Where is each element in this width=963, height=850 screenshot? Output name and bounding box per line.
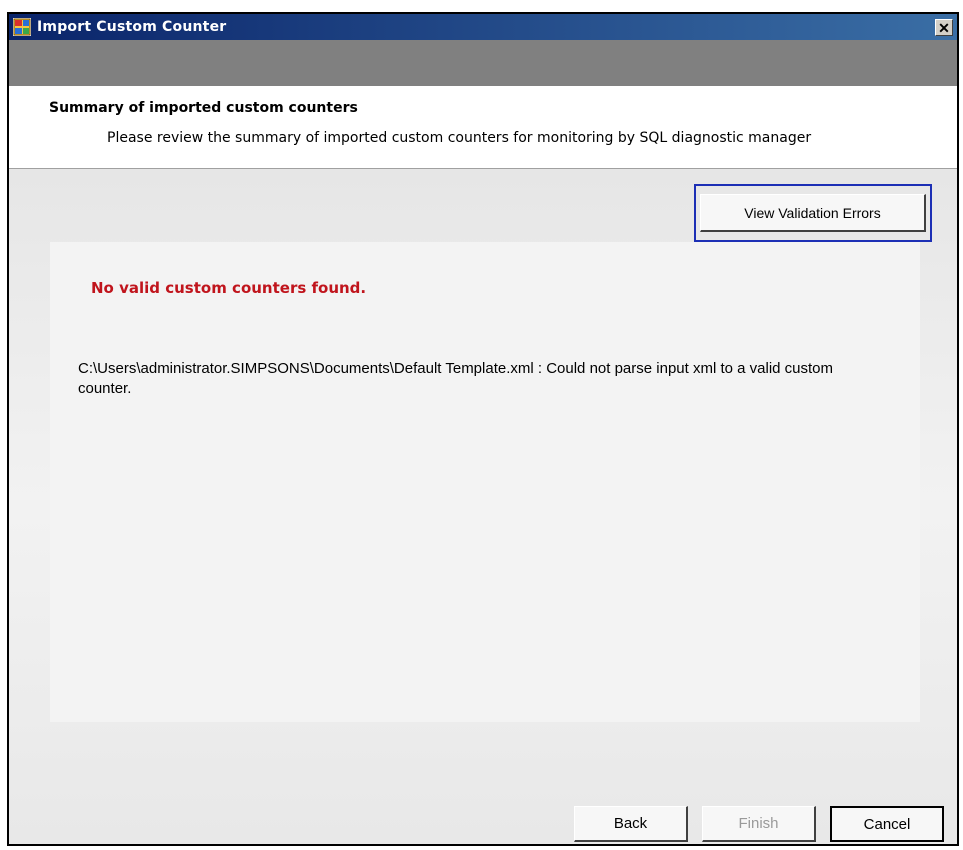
error-heading: No valid custom counters found. xyxy=(91,279,367,297)
cancel-button[interactable]: Cancel xyxy=(830,806,944,842)
app-window-icon xyxy=(13,18,31,36)
window-title: Import Custom Counter xyxy=(37,19,227,35)
wizard-body: View Validation Errors No valid custom c… xyxy=(9,169,957,844)
title-bar[interactable]: Import Custom Counter ✕ xyxy=(9,14,957,40)
finish-button[interactable]: Finish xyxy=(702,806,816,842)
close-button[interactable]: ✕ xyxy=(935,19,953,36)
import-custom-counter-dialog: Import Custom Counter ✕ Summary of impor… xyxy=(7,12,959,846)
close-icon: ✕ xyxy=(938,19,950,36)
banner-band xyxy=(9,40,957,86)
back-button[interactable]: Back xyxy=(574,806,688,842)
page-title: Summary of imported custom counters xyxy=(49,100,358,116)
error-detail: C:\Users\administrator.SIMPSONS\Document… xyxy=(78,360,834,397)
wizard-header: Summary of imported custom counters Plea… xyxy=(9,86,957,169)
summary-panel: No valid custom counters found. C:\Users… xyxy=(50,242,920,722)
view-validation-errors-button[interactable]: View Validation Errors xyxy=(700,194,926,232)
page-subtitle: Please review the summary of imported cu… xyxy=(107,130,812,146)
